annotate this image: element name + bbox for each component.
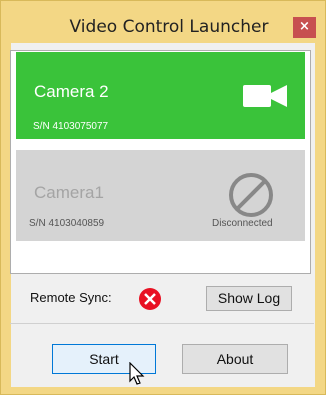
camera-serial: S/N 4103075077 bbox=[33, 121, 109, 132]
connection-status: Disconnected bbox=[212, 218, 273, 229]
title-bar[interactable]: Video Control Launcher × bbox=[1, 1, 325, 43]
camera-name: Camera1 bbox=[34, 183, 104, 202]
camera-card-disconnected[interactable]: Camera1 S/N 4103040859 Disconnected bbox=[16, 150, 305, 241]
window-title: Video Control Launcher bbox=[69, 17, 269, 37]
camera-card-connected[interactable]: Camera 2 S/N 4103075077 bbox=[16, 52, 305, 139]
camera-serial: S/N 4103040859 bbox=[29, 218, 105, 229]
video-camera-icon bbox=[243, 85, 287, 107]
camera-name: Camera 2 bbox=[34, 82, 109, 101]
show-log-button[interactable]: Show Log bbox=[206, 286, 292, 311]
mouse-cursor-icon bbox=[129, 362, 145, 385]
disconnected-icon bbox=[229, 173, 273, 217]
error-x-icon bbox=[139, 288, 161, 310]
remote-sync-label: Remote Sync: bbox=[30, 290, 112, 305]
about-button[interactable]: About bbox=[182, 344, 288, 374]
divider bbox=[10, 323, 314, 324]
close-button[interactable]: × bbox=[293, 17, 316, 38]
